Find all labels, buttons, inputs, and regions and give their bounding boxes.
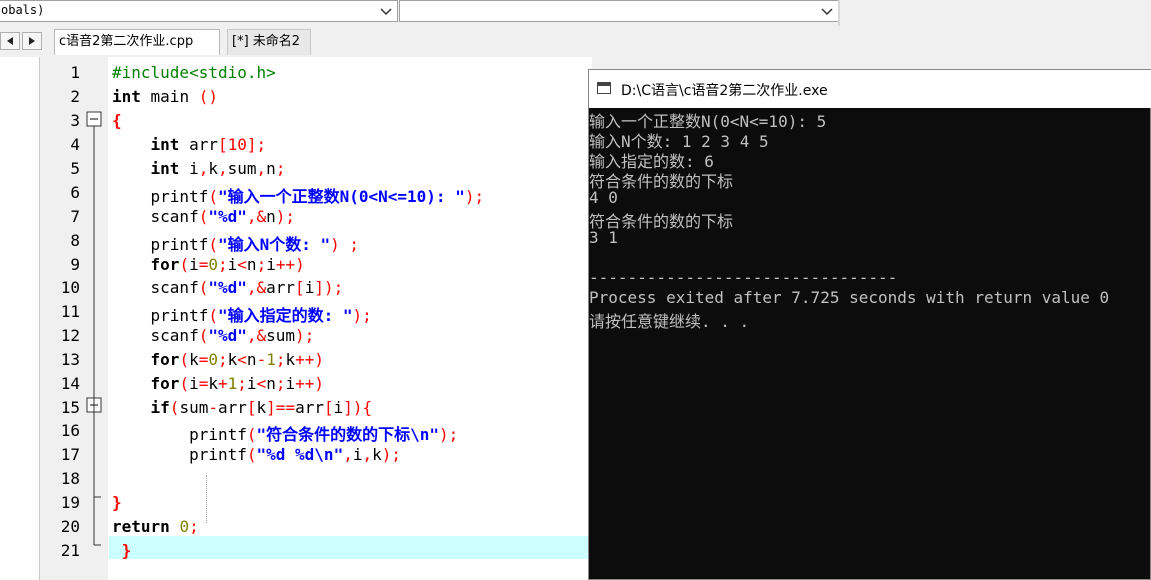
- triangle-right-icon: [29, 37, 35, 45]
- line-number: 16: [60, 421, 80, 440]
- function-combo[interactable]: [399, 0, 839, 22]
- tab-scroll-left-button[interactable]: [0, 32, 20, 50]
- code-line-3: {: [112, 111, 122, 130]
- tab-scroll-right-button[interactable]: [22, 32, 42, 50]
- code-line-6: printf("输入一个正整数N(0<N<=10): ");: [112, 187, 485, 206]
- chevron-down-icon: [821, 8, 833, 16]
- console-line: 4 0: [589, 188, 618, 207]
- line-number: 14: [60, 374, 80, 393]
- line-number: 6: [70, 183, 80, 202]
- code-line-11: printf("输入指定的数: ");: [112, 306, 372, 325]
- tab-bar: c语音2第二次作业.cpp [*] 未命名2: [0, 27, 1151, 57]
- line-number: 18: [60, 469, 80, 488]
- console-window[interactable]: D:\C语言\c语音2第二次作业.exe 输入一个正整数N(0<N<=10): …: [588, 69, 1151, 580]
- code-line-2: int main (): [112, 87, 218, 106]
- line-number: 13: [60, 350, 80, 369]
- console-title: D:\C语言\c语音2第二次作业.exe: [621, 83, 828, 99]
- console-line: 3 1: [589, 228, 618, 247]
- line-number: 21: [60, 541, 80, 560]
- console-title-bar[interactable]: D:\C语言\c语音2第二次作业.exe: [589, 70, 1151, 108]
- project-panel: [0, 57, 40, 580]
- line-number: 9: [70, 255, 80, 274]
- code-editor[interactable]: 1 2 3 4 5 6 7 8 9 10 11 12 13 14 15 16 1…: [52, 57, 644, 580]
- line-number: 20: [60, 517, 80, 536]
- code-line-19: }: [112, 493, 122, 512]
- line-number: 4: [70, 135, 80, 154]
- code-line-9: for(i=0;i<n;i++): [150, 255, 305, 274]
- triangle-left-icon: [7, 37, 13, 45]
- code-line-20: return 0;: [112, 517, 199, 536]
- code-line-4: int arr[10];: [150, 135, 267, 154]
- code-line-7: scanf("%d",&n);: [112, 207, 296, 226]
- line-number: 8: [70, 231, 80, 250]
- toolbar-separator: [838, 0, 840, 26]
- line-number: 19: [60, 493, 80, 512]
- tab-unnamed2[interactable]: [*] 未命名2: [227, 29, 311, 55]
- code-line-5: int i,k,sum,n;: [150, 159, 286, 178]
- code-line-12: scanf("%d",&sum);: [112, 326, 315, 345]
- code-line-14: for(i=k+1;i<n;i++): [150, 374, 325, 393]
- console-output: 输入一个正整数N(0<N<=10): 5 输入N个数: 1 2 3 4 5 输入…: [589, 108, 1151, 579]
- toolbar: obals): [0, 0, 1151, 26]
- console-line: Process exited after 7.725 seconds with …: [589, 288, 1110, 307]
- globals-combo[interactable]: obals): [0, 0, 398, 22]
- code-line-10: scanf("%d",&arr[i]);: [112, 278, 344, 297]
- code-line-21: }: [121, 541, 132, 560]
- line-number: 1: [70, 63, 80, 82]
- fold-margin: [86, 111, 102, 546]
- globals-combo-value: obals): [1, 3, 45, 17]
- code-line-16: printf("符合条件的数的下标\n");: [112, 425, 459, 444]
- chevron-down-icon: [380, 8, 392, 16]
- line-number: 15: [60, 398, 80, 417]
- fold-minus-icon: [86, 111, 102, 127]
- line-number: 5: [70, 159, 80, 178]
- line-number: 2: [70, 87, 80, 106]
- line-number: 17: [60, 445, 80, 464]
- line-number: 7: [70, 207, 80, 226]
- console-line: --------------------------------: [589, 268, 898, 287]
- code-line-13: for(k=0;k<n-1;k++): [150, 350, 325, 369]
- code-line-15: if(sum-arr[k]==arr[i]){: [150, 398, 373, 417]
- code-line-17: printf("%d %d\n",i,k);: [112, 445, 402, 464]
- current-line-highlight: [109, 536, 644, 559]
- line-number: 11: [60, 302, 80, 321]
- line-number: 10: [60, 278, 80, 297]
- code-line-1: #include<stdio.h>: [112, 63, 276, 82]
- line-number: 12: [60, 326, 80, 345]
- line-number: 3: [70, 111, 80, 130]
- indent-guide: [206, 475, 207, 523]
- tab-main-cpp[interactable]: c语音2第二次作业.cpp: [54, 29, 220, 55]
- code-line-8: printf("输入N个数: ") ;: [112, 235, 360, 254]
- console-line: 请按任意键继续. . .: [589, 312, 750, 331]
- console-window-icon: [597, 82, 611, 94]
